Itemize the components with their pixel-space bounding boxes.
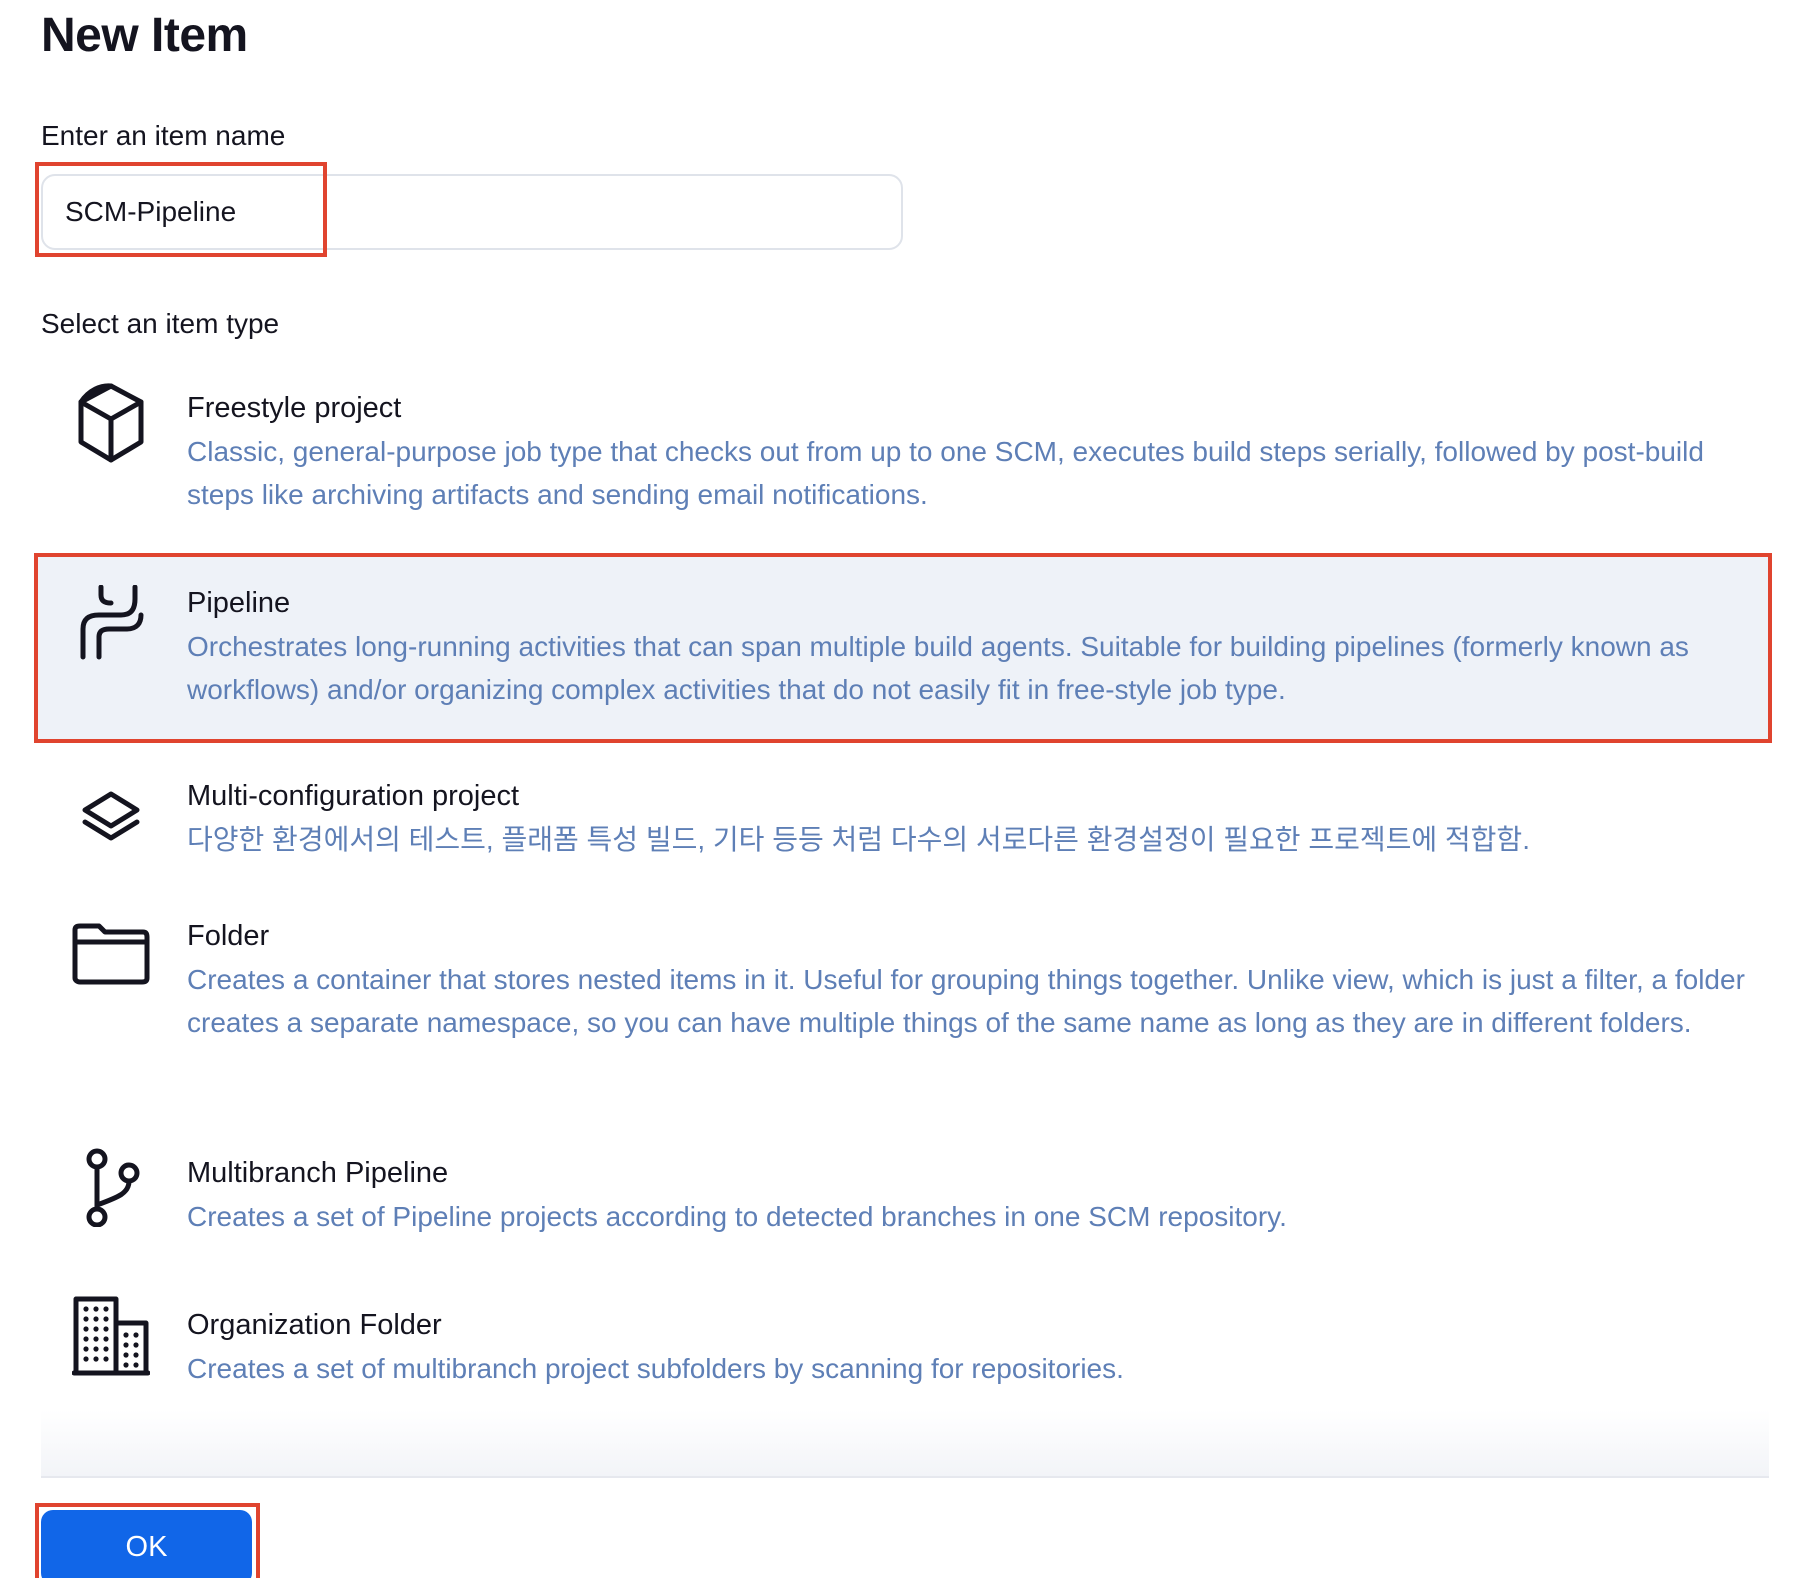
- item-type-multibranch-pipeline[interactable]: Multibranch Pipeline Creates a set of Pi…: [37, 1135, 1769, 1265]
- cube-icon: [75, 383, 147, 464]
- item-type-organization-folder[interactable]: Organization Folder Creates a set of mul…: [37, 1287, 1769, 1417]
- item-type-title: Multibranch Pipeline: [187, 1157, 449, 1189]
- item-type-description: Classic, general-purpose job type that c…: [187, 436, 1704, 510]
- item-type-title: Folder: [187, 920, 270, 952]
- footer-divider: [41, 1476, 1769, 1478]
- item-type-title: Freestyle project: [187, 392, 402, 424]
- ok-button[interactable]: OK: [41, 1510, 252, 1578]
- item-name-input[interactable]: [43, 176, 901, 248]
- item-type-description: 다양한 환경에서의 테스트, 플래폼 특성 빌드, 기타 등등 처럼 다수의 서…: [187, 824, 1530, 855]
- branch-icon: [75, 1147, 147, 1227]
- item-type-freestyle[interactable]: Freestyle project Classic, general-purpo…: [37, 370, 1769, 535]
- item-type-pipeline[interactable]: Pipeline Orchestrates long-running activ…: [37, 557, 1769, 739]
- item-type-description: Creates a set of multibranch project sub…: [187, 1353, 1124, 1384]
- item-type-folder[interactable]: Folder Creates a container that stores n…: [37, 900, 1769, 1100]
- item-type-multi-configuration[interactable]: Multi-configuration project 다양한 환경에서의 테스…: [37, 760, 1769, 880]
- item-name-field[interactable]: [41, 174, 903, 250]
- item-type-description: Orchestrates long-running activities tha…: [187, 631, 1689, 705]
- item-type-title: Pipeline: [187, 587, 291, 619]
- item-type-description: Creates a set of Pipeline projects accor…: [187, 1201, 1287, 1232]
- folder-icon: [71, 914, 151, 994]
- pipeline-icon: [75, 583, 147, 663]
- item-type-title: Multi-configuration project: [187, 780, 520, 812]
- item-type-title: Organization Folder: [187, 1309, 442, 1341]
- item-name-label: Enter an item name: [41, 120, 286, 151]
- page-title: New Item: [41, 9, 248, 62]
- building-icon: [71, 1295, 151, 1376]
- item-type-label: Select an item type: [41, 308, 280, 339]
- item-type-description: Creates a container that stores nested i…: [187, 964, 1745, 1038]
- layers-icon: [75, 778, 147, 858]
- footer-fade: [41, 1410, 1769, 1476]
